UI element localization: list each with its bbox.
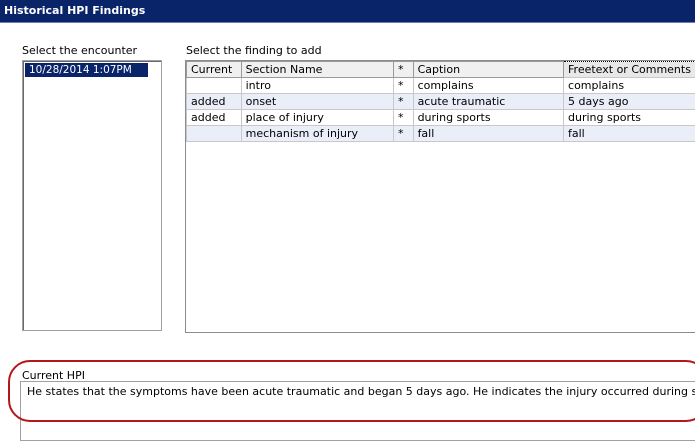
table-row[interactable]: intro * complains complains (187, 78, 695, 94)
cell-section-name[interactable]: intro (241, 78, 393, 94)
cell-freetext[interactable]: complains (564, 78, 695, 94)
annotation-highlight-ring (8, 360, 695, 422)
table-row[interactable]: added onset * acute traumatic 5 days ago (187, 94, 695, 110)
findings-label: Select the finding to add (186, 44, 322, 57)
cell-current[interactable]: added (187, 94, 242, 110)
cell-caption[interactable]: acute traumatic (413, 94, 563, 110)
findings-grid[interactable]: Current Section Name * Caption Freetext … (185, 60, 695, 333)
encounter-listbox[interactable]: 10/28/2014 1:07PM (22, 60, 162, 331)
cell-current[interactable]: added (187, 110, 242, 126)
cell-freetext[interactable]: 5 days ago (564, 94, 695, 110)
cell-star[interactable]: * (394, 78, 414, 94)
encounter-item[interactable]: 10/28/2014 1:07PM (25, 63, 148, 77)
window-title: Historical HPI Findings (4, 4, 145, 17)
cell-caption[interactable]: complains (413, 78, 563, 94)
table-row[interactable]: added place of injury * during sports du… (187, 110, 695, 126)
cell-section-name[interactable]: onset (241, 94, 393, 110)
cell-star[interactable]: * (394, 94, 414, 110)
column-header-freetext[interactable]: Freetext or Comments (564, 62, 695, 78)
column-header-current[interactable]: Current (187, 62, 242, 78)
title-bar: Historical HPI Findings (0, 0, 695, 23)
column-header-caption[interactable]: Caption (413, 62, 563, 78)
cell-current[interactable] (187, 126, 242, 142)
cell-freetext[interactable]: fall (564, 126, 695, 142)
cell-star[interactable]: * (394, 110, 414, 126)
cell-current[interactable] (187, 78, 242, 94)
cell-section-name[interactable]: mechanism of injury (241, 126, 393, 142)
table-row[interactable]: mechanism of injury * fall fall (187, 126, 695, 142)
cell-caption[interactable]: fall (413, 126, 563, 142)
cell-freetext[interactable]: during sports (564, 110, 695, 126)
cell-star[interactable]: * (394, 126, 414, 142)
column-header-section-name[interactable]: Section Name (241, 62, 393, 78)
cell-caption[interactable]: during sports (413, 110, 563, 126)
column-header-star[interactable]: * (394, 62, 414, 78)
cell-section-name[interactable]: place of injury (241, 110, 393, 126)
encounter-label: Select the encounter (22, 44, 137, 57)
